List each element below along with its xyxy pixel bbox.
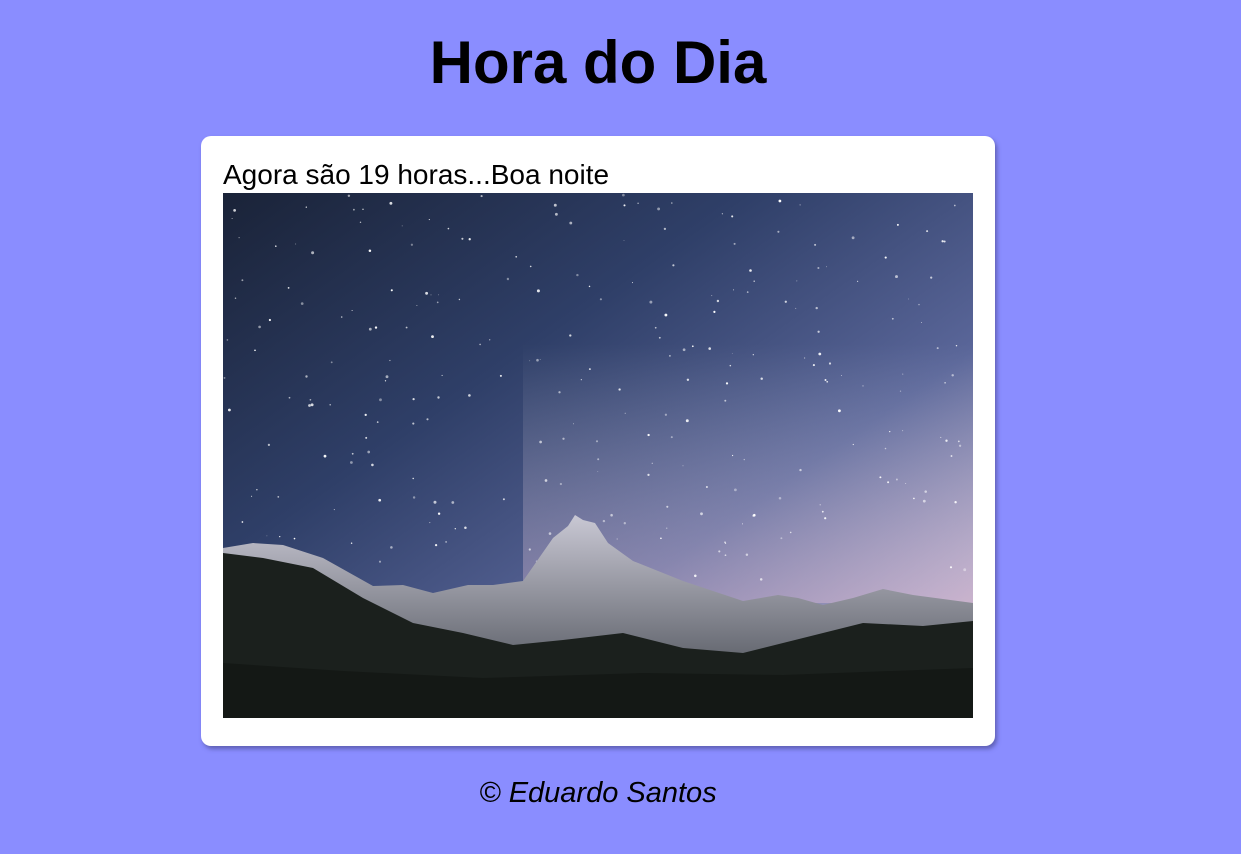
footer-copyright: © Eduardo Santos	[479, 777, 717, 809]
night-sky-mountain-image	[223, 193, 973, 718]
time-message: Agora são 19 horas...Boa noite	[223, 159, 610, 190]
time-card: Agora são 19 horas...Boa noite	[201, 136, 995, 746]
page-title: Hora do Dia	[429, 29, 767, 96]
